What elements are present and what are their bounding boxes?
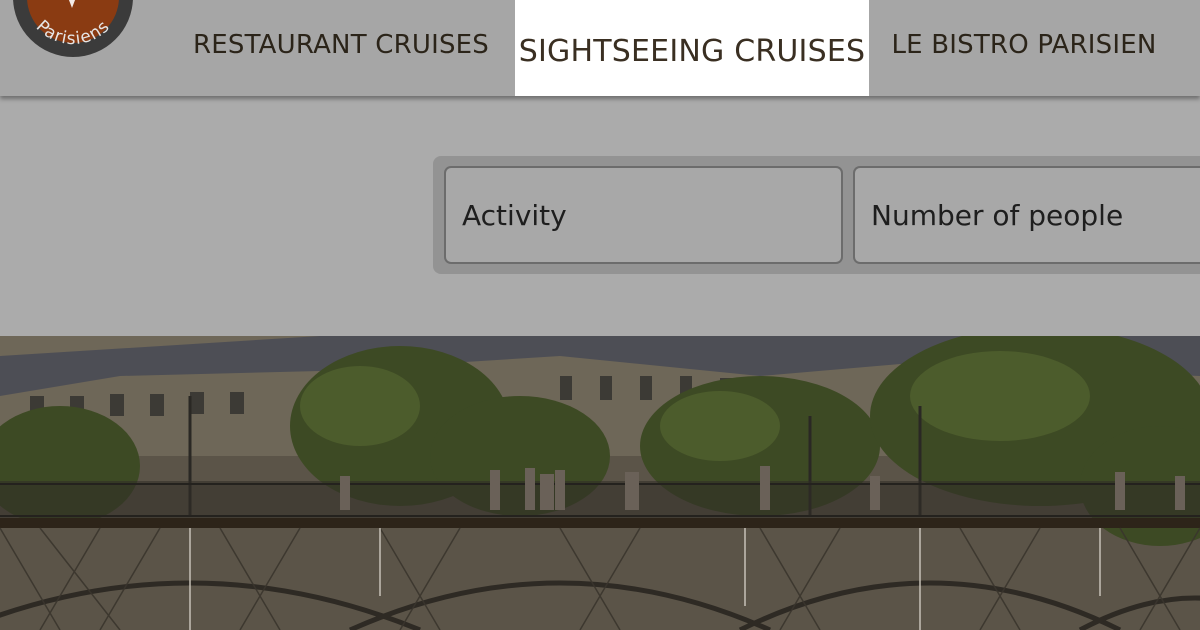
nav-restaurant-cruises[interactable]: RESTAURANT CRUISES bbox=[180, 0, 502, 96]
search-section: Activity Number of people bbox=[0, 96, 1200, 336]
nav-le-bistro-parisien[interactable]: LE BISTRO PARISIEN bbox=[884, 0, 1164, 96]
booking-search-bar: Activity Number of people bbox=[433, 156, 1200, 274]
nav-label: RESTAURANT CRUISES bbox=[192, 30, 490, 60]
activity-select[interactable]: Activity bbox=[444, 166, 843, 264]
nav-label: LE BISTRO PARISIEN bbox=[891, 30, 1157, 60]
brand-logo[interactable]: Parisiens bbox=[10, 0, 136, 58]
hero-image bbox=[0, 336, 1200, 630]
people-placeholder: Number of people bbox=[871, 198, 1124, 232]
nav-label: SIGHTSEEING CRUISES bbox=[518, 33, 866, 69]
number-of-people-select[interactable]: Number of people bbox=[853, 166, 1200, 264]
nav-sightseeing-cruises[interactable]: SIGHTSEEING CRUISES bbox=[515, 0, 869, 96]
hero-photo-bridge bbox=[0, 336, 1200, 630]
site-header: Parisiens RESTAURANT CRUISES SIGHTSEEING… bbox=[0, 0, 1200, 96]
activity-placeholder: Activity bbox=[462, 198, 567, 232]
